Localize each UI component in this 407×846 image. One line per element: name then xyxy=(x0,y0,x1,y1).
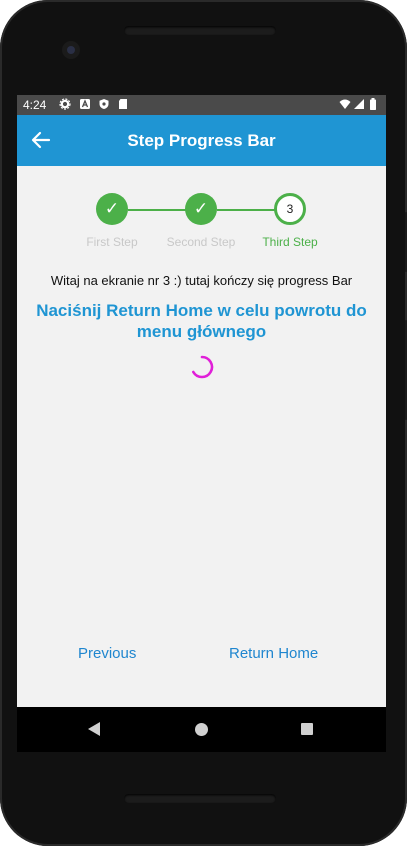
nav-back-icon[interactable] xyxy=(87,721,101,737)
phone-frame: 4:24 Step Progress Bar ✓ ✓ 3 First Step … xyxy=(0,0,407,846)
nav-home-icon[interactable] xyxy=(195,723,208,736)
bottom-speaker xyxy=(124,794,276,803)
app-bar: Step Progress Bar xyxy=(17,115,386,166)
screen: 4:24 Step Progress Bar ✓ ✓ 3 First Step … xyxy=(17,95,386,707)
battery-icon xyxy=(370,98,376,110)
wifi-icon xyxy=(339,99,351,109)
nav-recents-icon[interactable] xyxy=(301,723,313,735)
step-1-label: First Step xyxy=(86,235,138,249)
loading-spinner-icon xyxy=(192,355,214,379)
top-speaker xyxy=(124,26,276,35)
signal-icon xyxy=(354,99,364,109)
step-3-number: 3 xyxy=(286,202,294,216)
a-badge-icon xyxy=(80,99,90,109)
step-1-check-icon: ✓ xyxy=(96,193,128,225)
shield-icon xyxy=(99,99,109,109)
return-home-button[interactable]: Return Home xyxy=(229,645,318,662)
step-progress-bar: ✓ ✓ 3 First Step Second Step Third Step xyxy=(17,191,386,261)
step-2-check-icon: ✓ xyxy=(185,193,217,225)
settings-icon xyxy=(59,98,71,110)
status-time: 4:24 xyxy=(23,98,47,112)
page-title: Step Progress Bar xyxy=(127,131,276,150)
system-nav-bar xyxy=(17,707,386,752)
step-3-label: Third Step xyxy=(262,235,318,249)
step-2-mark: ✓ xyxy=(193,199,209,218)
sd-card-icon xyxy=(119,99,127,109)
status-bar: 4:24 xyxy=(17,95,386,115)
step-2-label: Second Step xyxy=(166,235,236,249)
step-3-indicator: 3 xyxy=(274,193,306,225)
welcome-text: Witaj na ekranie nr 3 :) tutaj kończy si… xyxy=(50,273,353,288)
step-connector xyxy=(217,209,275,211)
front-camera xyxy=(62,41,80,59)
step-connector xyxy=(128,209,186,211)
instruction-text: Naciśnij Return Home w celu powrotu do m… xyxy=(36,301,367,341)
previous-button[interactable]: Previous xyxy=(78,645,136,662)
step-1-mark: ✓ xyxy=(104,199,120,218)
